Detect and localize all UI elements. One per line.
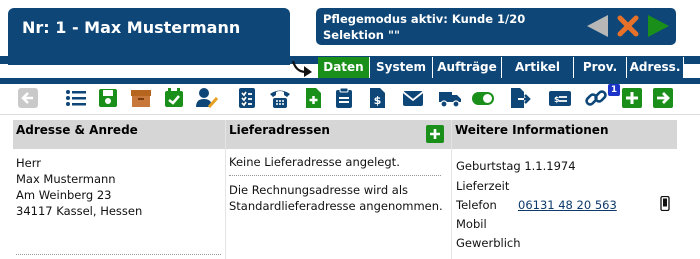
selection-text: Selektion "" <box>323 28 400 42</box>
birthday-text: Geburtstag 1.1.1974 <box>456 159 576 173</box>
gewerblich-label: Gewerblich <box>456 236 521 250</box>
truck-icon <box>439 92 461 108</box>
links-button[interactable] <box>584 86 608 110</box>
active-tab-indicator-icon <box>290 58 316 78</box>
envelope-icon <box>402 91 424 106</box>
name-text: Max Mustermann <box>16 172 116 186</box>
mobil-label: Mobil <box>456 217 487 231</box>
page-title: Nr: 1 - Max Mustermann <box>22 18 241 37</box>
salutation-text: Herr <box>16 156 41 170</box>
checklist-button[interactable] <box>235 86 259 110</box>
street-text: Am Weinberg 23 <box>16 188 112 202</box>
list-icon <box>66 90 86 106</box>
address-divider <box>16 254 221 255</box>
tab-system[interactable]: System <box>370 57 433 78</box>
info-heading: Weitere Informationen <box>452 120 677 149</box>
calendar-check-icon <box>165 88 183 107</box>
close-x-icon <box>617 15 639 37</box>
header-band <box>0 78 700 84</box>
tab-artikel[interactable]: Artikel <box>502 57 574 78</box>
tab-daten[interactable]: Daten <box>318 57 370 78</box>
prev-arrow-icon <box>587 15 608 37</box>
delivery-heading: Lieferadressen <box>226 120 451 149</box>
delivery-divider <box>229 175 441 176</box>
save-icon <box>99 89 117 107</box>
delivery-note-line2: Standardlieferadresse angenommen. <box>229 199 443 213</box>
shipping-button[interactable] <box>438 86 462 110</box>
link-count-badge: 1 <box>608 84 620 96</box>
lieferzeit-label: Lieferzeit <box>456 179 510 193</box>
forward-arrow-icon <box>653 88 673 108</box>
tab-adress[interactable]: Adress. <box>627 57 684 78</box>
svg-text:$: $ <box>374 94 382 107</box>
payment-card-button[interactable]: $ <box>548 86 572 110</box>
add-icon <box>426 125 444 143</box>
mode-status-text: Pflegemodus aktiv: Kunde 1/20 <box>323 12 526 26</box>
file-export-icon <box>511 88 531 108</box>
city-text: 34117 Kassel, Hessen <box>16 204 143 218</box>
toolbar: $ $ 1 <box>10 84 700 114</box>
phone-number-link[interactable]: 06131 48 20 563 <box>518 197 617 213</box>
list-button[interactable] <box>64 86 88 110</box>
new-document-button[interactable] <box>301 86 325 110</box>
card-icon: $ <box>549 91 571 106</box>
add-delivery-address-button[interactable] <box>426 125 444 143</box>
invoice-icon: $ <box>370 88 385 108</box>
clipboard-button[interactable] <box>332 86 356 110</box>
save-button[interactable] <box>96 86 120 110</box>
edit-user-button[interactable] <box>195 86 219 110</box>
file-plus-icon <box>306 88 321 108</box>
address-heading: Adresse & Anrede <box>13 120 225 149</box>
add-icon <box>622 88 642 108</box>
back-button[interactable] <box>16 86 40 110</box>
mobile-phone-icon[interactable] <box>660 195 670 212</box>
user-edit-icon <box>196 88 218 108</box>
tab-auftraege[interactable]: Aufträge <box>433 57 502 78</box>
close-maintenance-button[interactable] <box>615 13 641 39</box>
link-icon <box>585 90 607 106</box>
tab-prov[interactable]: Prov. <box>574 57 627 78</box>
next-arrow-icon <box>648 15 669 37</box>
active-toggle[interactable] <box>471 86 495 110</box>
add-button[interactable] <box>620 86 644 110</box>
prev-record-button[interactable] <box>584 13 610 39</box>
forward-button[interactable] <box>651 86 675 110</box>
toggle-icon <box>472 92 494 105</box>
telefon-label: Telefon <box>456 198 497 212</box>
telephone-icon <box>270 90 290 108</box>
checklist-icon <box>239 88 255 108</box>
email-button[interactable] <box>401 86 425 110</box>
box-icon <box>131 90 151 107</box>
export-button[interactable] <box>508 86 532 110</box>
package-button[interactable] <box>129 86 153 110</box>
clipboard-icon <box>336 87 352 108</box>
phone-button[interactable] <box>268 86 292 110</box>
calendar-button[interactable] <box>162 86 186 110</box>
next-record-button[interactable] <box>645 13 671 39</box>
no-delivery-address-text: Keine Lieferadresse angelegt. <box>229 155 400 169</box>
invoice-button[interactable]: $ <box>365 86 389 110</box>
delivery-note-line1: Die Rechnungsadresse wird als <box>229 183 409 197</box>
back-arrow-icon <box>18 88 38 108</box>
toolbar-divider <box>0 114 700 115</box>
